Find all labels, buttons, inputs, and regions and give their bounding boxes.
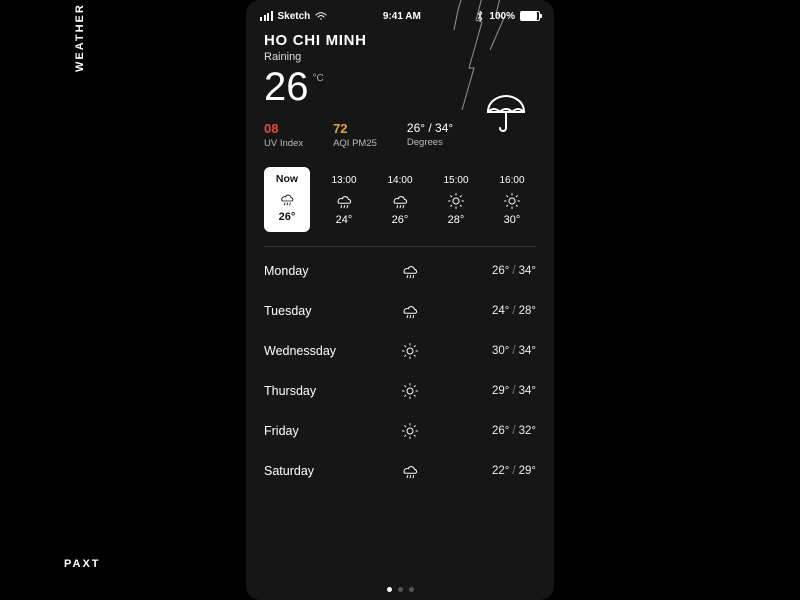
hour-card[interactable]: 15:00 28° — [434, 167, 478, 232]
day-row[interactable]: Saturday 22°/29° — [264, 451, 536, 491]
status-time: 9:41 AM — [383, 11, 421, 22]
carrier-label: Sketch — [278, 11, 311, 22]
brand-label: PAXT — [64, 558, 101, 570]
hour-temp: 30° — [490, 214, 534, 226]
aqi-value: 72 — [333, 121, 377, 136]
battery-pct: 100% — [489, 11, 515, 22]
hour-label: 14:00 — [378, 175, 422, 186]
degrees-label: Degrees — [407, 137, 453, 148]
hour-card[interactable]: Now 26° — [264, 167, 310, 232]
city-name: HO CHI MINH — [264, 32, 536, 49]
sun-icon — [503, 192, 521, 210]
metric-degrees: 26° / 34° Degrees — [407, 121, 453, 149]
day-name: Tuesday — [264, 304, 364, 318]
day-range: 26°/32° — [456, 425, 536, 437]
hour-label: 15:00 — [434, 175, 478, 186]
status-bar: Sketch 9:41 AM 100% — [246, 0, 554, 26]
metric-aqi: 72 AQI PM25 — [333, 121, 377, 149]
hour-temp: 28° — [434, 214, 478, 226]
day-row[interactable]: Tuesday 24°/28° — [264, 291, 536, 331]
day-range: 30°/34° — [456, 345, 536, 357]
sun-icon — [401, 382, 419, 400]
rain-icon — [401, 462, 419, 480]
hour-temp: 24° — [322, 214, 366, 226]
hour-card[interactable]: 13:00 24° — [322, 167, 366, 232]
rain-icon — [401, 302, 419, 320]
signal-icon — [260, 11, 273, 21]
day-name: Saturday — [264, 464, 364, 478]
day-row[interactable]: Friday 26°/32° — [264, 411, 536, 451]
hour-label: Now — [264, 173, 310, 185]
phone-frame: Sketch 9:41 AM 100% HO CHI MINH Raining … — [246, 0, 554, 600]
hour-temp: 26° — [378, 214, 422, 226]
day-range: 26°/34° — [456, 265, 536, 277]
rain-icon — [391, 192, 409, 210]
hour-label: 16:00 — [490, 175, 534, 186]
day-row[interactable]: Wednessday 30°/34° — [264, 331, 536, 371]
rain-icon — [401, 262, 419, 280]
battery-icon — [520, 11, 540, 21]
day-row[interactable]: Monday 26°/34° — [264, 251, 536, 291]
wifi-icon — [315, 12, 327, 21]
umbrella-icon — [482, 90, 530, 138]
bluetooth-icon — [476, 10, 484, 22]
degrees-value: 26° / 34° — [407, 121, 453, 135]
sun-icon — [401, 342, 419, 360]
day-range: 22°/29° — [456, 465, 536, 477]
daily-forecast[interactable]: Monday 26°/34° Tuesday 24°/28° Wednessday 30°… — [264, 251, 536, 491]
temp-unit: °C — [313, 73, 324, 84]
day-name: Thursday — [264, 384, 364, 398]
rain-icon — [335, 192, 353, 210]
page-dot[interactable] — [398, 587, 403, 592]
day-row[interactable]: Thursday 29°/34° — [264, 371, 536, 411]
aqi-label: AQI PM25 — [333, 138, 377, 149]
page-dot[interactable] — [387, 587, 392, 592]
metric-uv: 08 UV Index — [264, 121, 303, 149]
day-name: Monday — [264, 264, 364, 278]
day-name: Wednessday — [264, 344, 364, 358]
day-name: Friday — [264, 424, 364, 438]
current-temp: 26 — [264, 67, 309, 107]
page-indicator[interactable] — [246, 587, 554, 592]
page-dot[interactable] — [409, 587, 414, 592]
sun-icon — [447, 192, 465, 210]
sun-icon — [401, 422, 419, 440]
divider — [264, 246, 536, 247]
hour-label: 13:00 — [322, 175, 366, 186]
page-side-label: WEATHER CHALLENGE — [74, 0, 86, 72]
day-range: 24°/28° — [456, 305, 536, 317]
uv-value: 08 — [264, 121, 303, 136]
condition-label: Raining — [264, 51, 536, 63]
hourly-forecast[interactable]: Now26°13:0024°14:0026°15:0028°16:0030°17… — [264, 167, 536, 232]
rain-icon — [279, 191, 295, 207]
hour-temp: 26° — [264, 211, 310, 223]
uv-label: UV Index — [264, 138, 303, 149]
hour-card[interactable]: 14:00 26° — [378, 167, 422, 232]
hour-card[interactable]: 16:00 30° — [490, 167, 534, 232]
day-range: 29°/34° — [456, 385, 536, 397]
